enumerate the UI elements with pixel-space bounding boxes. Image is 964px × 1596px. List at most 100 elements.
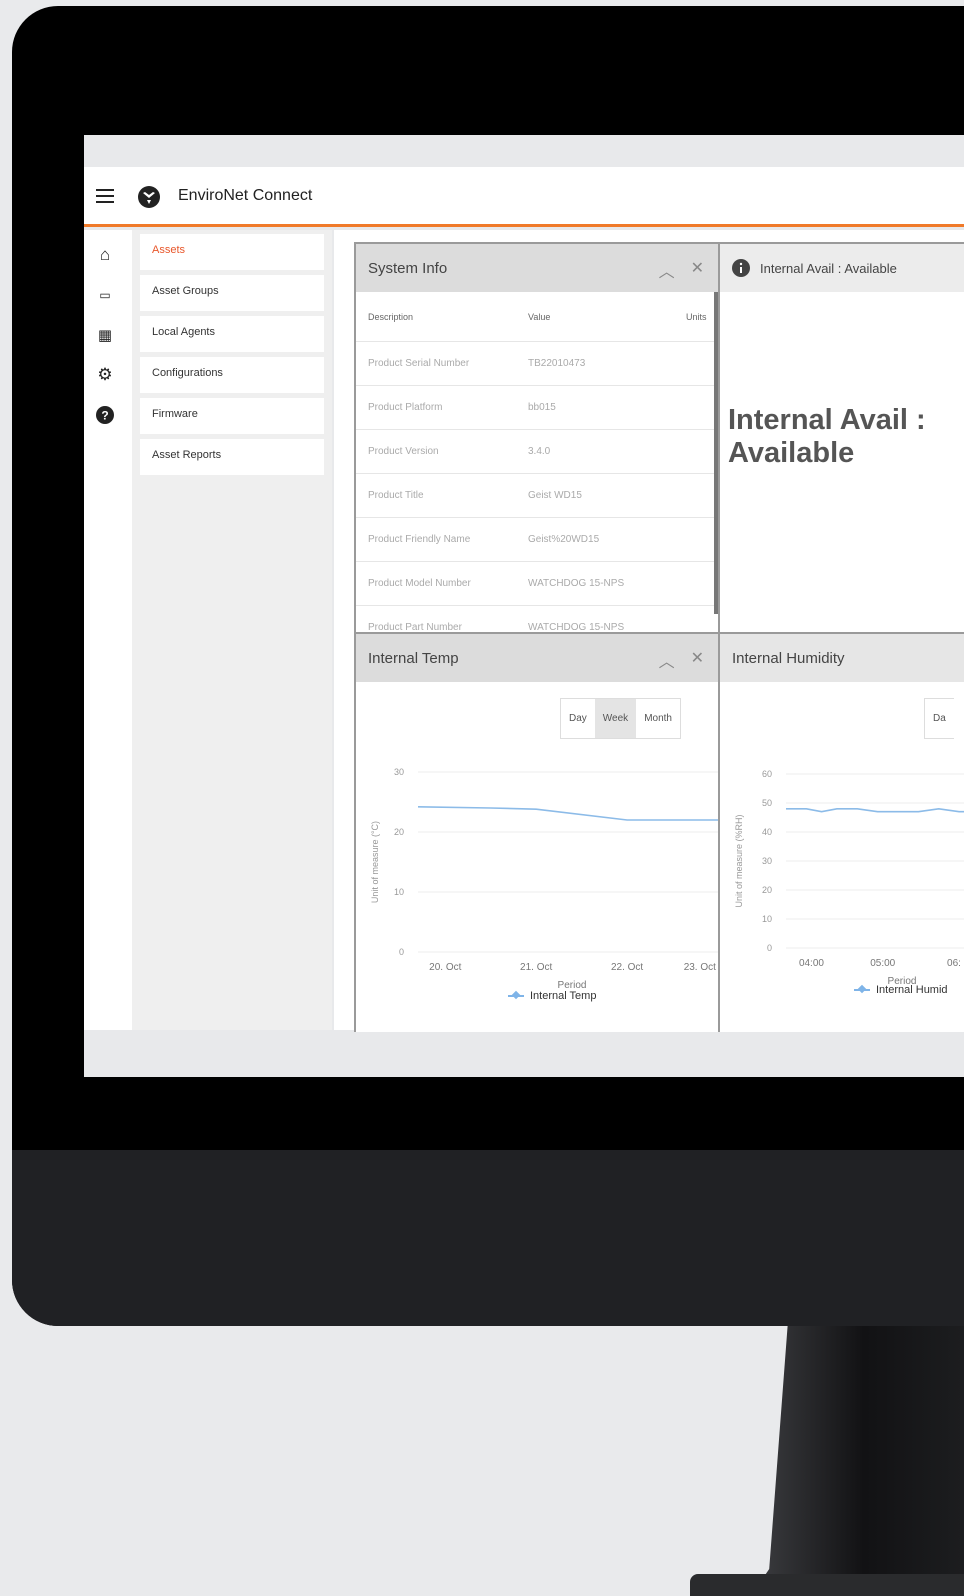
chart-legend[interactable]: Internal Humid	[854, 984, 948, 996]
cell-description: Product Title	[368, 490, 424, 501]
status-line-1: Internal Avail :	[728, 404, 926, 436]
x-tick-label: 23. Oct	[684, 962, 716, 973]
table-row: Product Part Number WATCHDOG 15-NPS	[356, 606, 718, 634]
cell-description: Product Model Number	[368, 578, 471, 589]
cell-description: Product Friendly Name	[368, 534, 471, 545]
cell-value: WATCHDOG 15-NPS	[528, 578, 625, 589]
y-tick-label: 10	[762, 914, 772, 924]
cell-value: Geist%20WD15	[528, 534, 600, 545]
settings-icon[interactable]: ⚙	[94, 364, 116, 386]
column-header: Value	[528, 311, 551, 322]
app-title: EnviroNet Connect	[178, 187, 313, 204]
assets-icon[interactable]: ▭	[94, 284, 116, 306]
hamburger-menu-icon[interactable]	[96, 189, 114, 203]
internal-temp-title: Internal Temp	[368, 649, 459, 667]
x-tick-label: 21. Oct	[520, 962, 552, 973]
y-axis-label: Unit of measure (%RH)	[734, 814, 744, 907]
system-info-title: System Info	[368, 259, 448, 277]
y-tick-label: 10	[394, 887, 404, 897]
x-tick-label: 04:00	[799, 958, 824, 969]
svg-text:?: ?	[101, 409, 108, 423]
help-icon[interactable]: ?	[94, 404, 116, 426]
chart-legend[interactable]: Internal Temp	[508, 990, 596, 1002]
system-info-header: System Info ︿ ✕	[356, 244, 718, 292]
sidebar-item-assets[interactable]: Assets	[140, 234, 324, 270]
info-icon	[732, 259, 750, 277]
logo-icon	[138, 186, 160, 208]
internal-humidity-panel: Internal Humidity Da 0 10 20 30 40 50 60 04:00 0…	[718, 632, 964, 1032]
cell-description: Product Serial Number	[368, 358, 470, 369]
sidebar-item-firmware[interactable]: Firmware	[140, 398, 324, 434]
range-day-button[interactable]: Da	[925, 699, 954, 738]
status-line-2: Available	[728, 437, 855, 470]
cell-description: Product Platform	[368, 402, 443, 413]
cell-value: TB22010473	[528, 358, 586, 369]
y-tick-label: 50	[762, 798, 772, 808]
legend-label: Internal Temp	[530, 990, 597, 1002]
table-row: Product Version 3.4.0	[356, 430, 718, 474]
internal-avail-status: Internal Avail : Available	[728, 404, 926, 471]
x-tick-label: 20. Oct	[429, 962, 461, 973]
sidebar-item-local-agents[interactable]: Local Agents	[140, 316, 324, 352]
internal-avail-header: Internal Avail : Available	[720, 244, 964, 292]
table-row: Product Platform bb015	[356, 386, 718, 430]
sidebar-item-asset-groups[interactable]: Asset Groups	[140, 275, 324, 311]
y-tick-label: 60	[762, 769, 772, 779]
y-tick-label: 30	[394, 767, 404, 777]
internal-humidity-chart: 010203040506004:00 05:00 06:PeriodUnit of …	[734, 769, 964, 987]
expand-icon[interactable]: ✕	[691, 258, 704, 282]
collapse-icon[interactable]: ︿	[659, 648, 675, 672]
monitor-chin	[12, 1150, 964, 1326]
table-header: Description Value Units	[356, 292, 718, 342]
y-tick-label: 20	[394, 827, 404, 837]
table-row: Product Title Geist WD15	[356, 474, 718, 518]
range-selector: Da	[924, 698, 954, 739]
y-tick-label: 30	[762, 856, 772, 866]
x-tick-label: 22. Oct	[611, 962, 643, 973]
cell-description: Product Version	[368, 446, 439, 457]
series-line	[786, 807, 964, 813]
icon-rail: ⌂ ▭ ▦ ⚙ ?	[84, 230, 132, 1030]
sidebar-item-asset-reports[interactable]: Asset Reports	[140, 439, 324, 475]
range-selector: Day Week Month	[560, 698, 681, 739]
top-bar: EnviroNet Connect	[84, 167, 964, 227]
legend-marker	[508, 995, 524, 997]
y-tick-label: 20	[762, 885, 772, 895]
table-row: Product Serial Number TB22010473	[356, 342, 718, 386]
cell-value: 3.4.0	[528, 446, 551, 457]
collapse-icon[interactable]: ︿	[659, 258, 675, 282]
x-tick-label: 05:00	[870, 958, 895, 969]
series-line	[417, 806, 718, 821]
system-info-panel: System Info ︿ ✕ Description Value Units P…	[354, 242, 718, 634]
range-week-button[interactable]: Week	[594, 699, 637, 738]
y-tick-label: 0	[767, 943, 772, 953]
sidebar-menu: Assets Asset Groups Local Agents Configu…	[132, 230, 332, 1030]
column-header: Description	[368, 311, 414, 322]
home-icon[interactable]: ⌂	[94, 244, 116, 266]
y-tick-label: 0	[399, 947, 404, 957]
column-header: Units	[686, 311, 707, 322]
internal-avail-panel: Internal Avail : Available Internal Avai…	[718, 242, 964, 634]
legend-marker	[854, 989, 870, 991]
internal-humidity-title: Internal Humidity	[732, 649, 845, 667]
system-info-table: Description Value Units Product Serial N…	[356, 292, 718, 634]
screen: EnviroNet Connect ⌂ ▭ ▦ ⚙ ? Assets Asset…	[84, 135, 964, 1077]
legend-label: Internal Humid	[876, 984, 948, 996]
dashboard-icon[interactable]: ▦	[94, 324, 116, 346]
table-row: Product Friendly Name Geist%20WD15	[356, 518, 718, 562]
expand-icon[interactable]: ✕	[691, 648, 704, 672]
range-month-button[interactable]: Month	[636, 699, 680, 738]
table-row: Product Model Number WATCHDOG 15-NPS	[356, 562, 718, 606]
x-tick-label: 06:	[947, 958, 961, 969]
cell-value: Geist WD15	[528, 490, 582, 501]
monitor-stand	[760, 1326, 964, 1596]
internal-temp-chart: 010203020. Oct 21. Oct 22. Oct 23. OctPerio…	[370, 767, 718, 991]
internal-temp-header: Internal Temp ︿ ✕	[356, 634, 718, 682]
internal-avail-title: Internal Avail : Available	[760, 260, 897, 276]
monitor-foot	[690, 1574, 964, 1596]
internal-humidity-header: Internal Humidity	[720, 634, 964, 682]
y-tick-label: 40	[762, 827, 772, 837]
range-day-button[interactable]: Day	[561, 699, 595, 738]
internal-temp-panel: Internal Temp ︿ ✕ Day Week Month 0 10 20 30 2…	[354, 632, 718, 1032]
sidebar-item-configurations[interactable]: Configurations	[140, 357, 324, 393]
